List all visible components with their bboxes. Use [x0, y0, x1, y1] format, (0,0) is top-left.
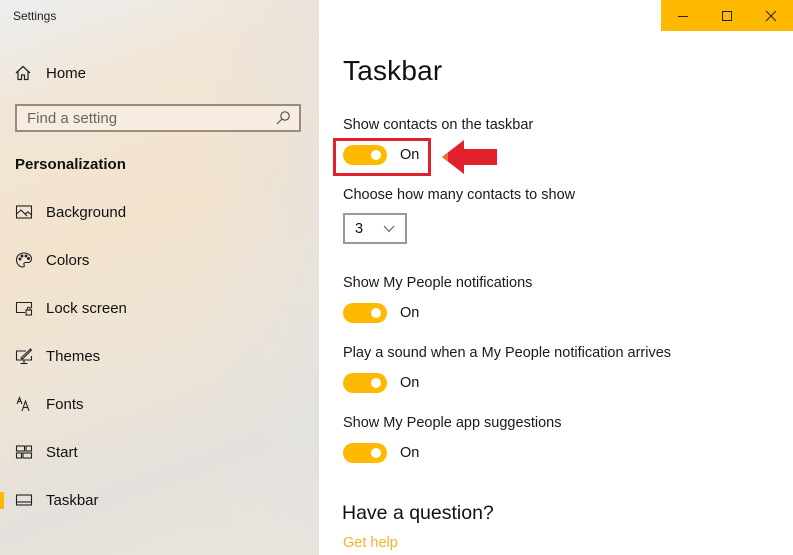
home-label: Home — [46, 64, 87, 82]
toggle-knob — [371, 150, 381, 160]
dropdown-value: 3 — [355, 220, 364, 237]
search-box[interactable] — [15, 104, 301, 132]
sidebar-item-label: Lock screen — [46, 299, 127, 317]
toggle-switch[interactable] — [343, 373, 387, 393]
setting-label-app-suggestions: Show My People app suggestions — [343, 415, 562, 431]
sidebar-item-fonts[interactable]: Fonts — [0, 389, 319, 419]
main-content: Taskbar Show contacts on the taskbar On … — [319, 0, 793, 555]
toggle-switch[interactable] — [343, 303, 387, 323]
get-help-link[interactable]: Get help — [343, 535, 398, 551]
toggle-state: On — [400, 375, 420, 391]
minimize-icon — [678, 15, 688, 17]
setting-label-notification-sound: Play a sound when a My People notificati… — [343, 345, 672, 361]
minimize-button[interactable] — [661, 0, 705, 31]
search-input[interactable] — [17, 108, 275, 128]
app-title: Settings — [13, 9, 57, 23]
themes-icon — [15, 347, 33, 365]
sidebar-item-label: Taskbar — [46, 491, 99, 509]
close-icon — [765, 10, 777, 21]
palette-icon — [15, 251, 33, 269]
sidebar-item-lock-screen[interactable]: Lock screen — [0, 293, 319, 323]
start-icon — [15, 443, 33, 461]
fonts-icon — [15, 395, 33, 413]
search-icon[interactable] — [275, 110, 291, 126]
sidebar-item-themes[interactable]: Themes — [0, 341, 319, 371]
app-suggestions-toggle[interactable]: On — [343, 443, 419, 463]
toggle-knob — [371, 378, 381, 388]
sidebar-item-taskbar[interactable]: Taskbar — [0, 485, 319, 515]
page-title: Taskbar — [343, 55, 443, 86]
sidebar-item-colors[interactable]: Colors — [0, 245, 319, 275]
sidebar-item-label: Fonts — [46, 395, 84, 413]
taskbar-icon — [15, 491, 33, 509]
toggle-switch[interactable] — [343, 145, 387, 165]
toggle-switch[interactable] — [343, 443, 387, 463]
sidebar: Settings Home Personalization Background… — [0, 0, 319, 555]
notification-sound-toggle[interactable]: On — [343, 373, 419, 393]
toggle-state: On — [400, 147, 420, 163]
maximize-button[interactable] — [705, 0, 749, 31]
sidebar-item-start[interactable]: Start — [0, 437, 319, 467]
sidebar-item-label: Colors — [46, 251, 90, 269]
setting-label-contacts-count: Choose how many contacts to show — [343, 187, 576, 203]
sidebar-item-label: Start — [46, 443, 78, 461]
selection-indicator — [0, 492, 4, 509]
picture-icon — [15, 203, 33, 221]
show-contacts-toggle[interactable]: On — [343, 145, 419, 165]
maximize-icon — [722, 10, 732, 21]
toggle-knob — [371, 448, 381, 458]
toggle-knob — [371, 308, 381, 318]
home-button[interactable]: Home — [14, 62, 86, 84]
people-notifications-toggle[interactable]: On — [343, 303, 419, 323]
sidebar-item-background[interactable]: Background — [0, 197, 319, 227]
setting-label-people-notifications: Show My People notifications — [343, 275, 533, 291]
setting-label-show-contacts: Show contacts on the taskbar — [343, 117, 534, 133]
window-controls — [661, 0, 793, 31]
toggle-state: On — [400, 445, 420, 461]
annotation-arrow-icon — [442, 140, 497, 174]
home-icon — [15, 65, 31, 81]
chevron-down-icon — [383, 225, 395, 232]
contacts-count-dropdown[interactable]: 3 — [343, 213, 407, 244]
section-title: Personalization — [15, 156, 126, 173]
question-heading: Have a question? — [342, 502, 494, 524]
sidebar-item-label: Themes — [46, 347, 101, 365]
sidebar-item-label: Background — [46, 203, 127, 221]
toggle-state: On — [400, 305, 420, 321]
lock-screen-icon — [15, 299, 33, 317]
close-button[interactable] — [749, 0, 793, 31]
